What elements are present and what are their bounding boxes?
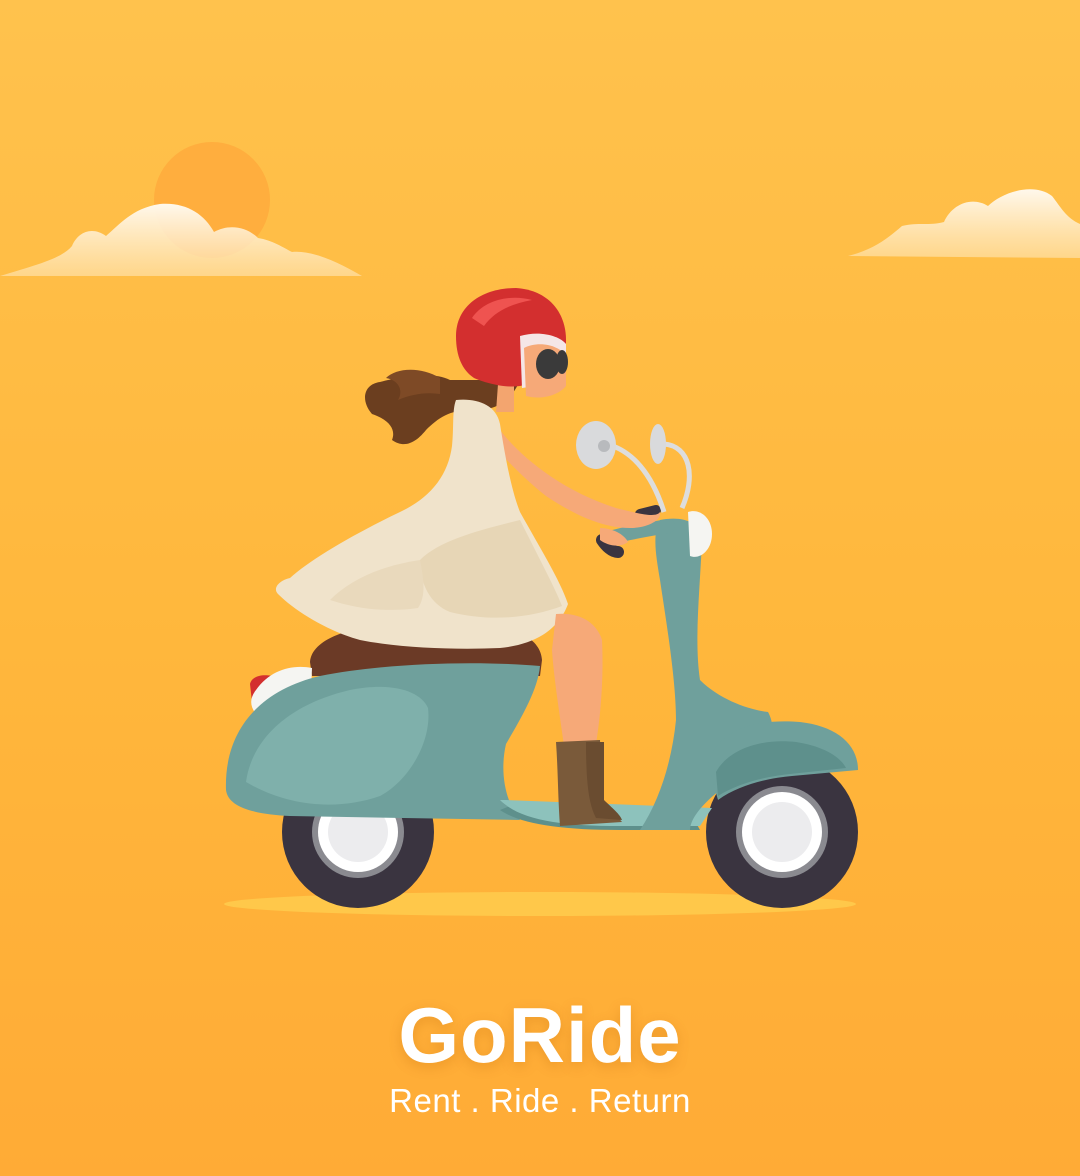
cloud-icon [848, 189, 1080, 258]
scooter-icon [225, 421, 858, 908]
app-tagline: Rent . Ride . Return [389, 1082, 691, 1119]
splash-illustration [0, 0, 1080, 960]
app-title: GoRide [398, 991, 682, 1079]
cloud-icon [0, 203, 362, 276]
